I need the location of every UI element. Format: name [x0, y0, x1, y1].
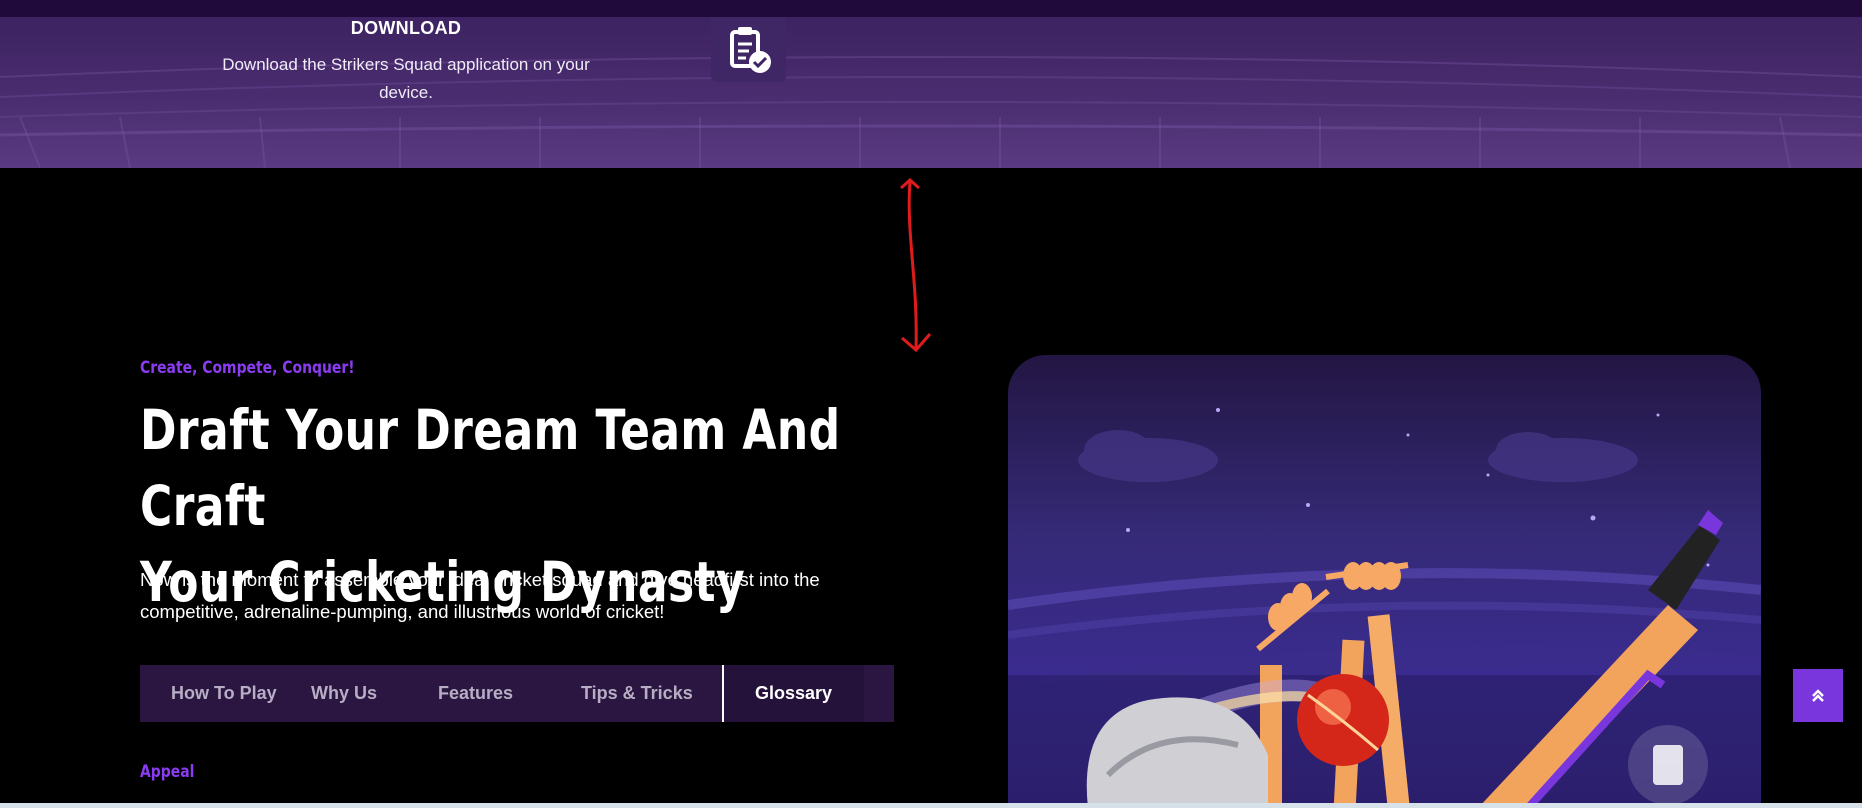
- hero-headline-line1: Draft Your Dream Team And Craft: [140, 398, 841, 538]
- tab-how-to-play[interactable]: How To Play: [140, 665, 311, 722]
- download-description: Download the Strikers Squad application …: [222, 55, 590, 102]
- scroll-to-top-button[interactable]: [1793, 669, 1843, 722]
- tab-glossary[interactable]: Glossary: [722, 665, 864, 722]
- top-strip: [0, 0, 1862, 17]
- download-band: DOWNLOAD Download the Strikers Squad app…: [0, 17, 1862, 168]
- tab-tips-tricks[interactable]: Tips & Tricks: [581, 665, 722, 722]
- hero-eyebrow: Create, Compete, Conquer!: [140, 358, 355, 378]
- tab-bar: How To Play Why Us Features Tips & Trick…: [140, 665, 894, 722]
- double-chevron-up-icon: [1812, 688, 1824, 702]
- hero-lead: Now is the moment to assemble your ideal…: [140, 569, 820, 622]
- annotation-arrow: [900, 177, 932, 353]
- download-title: DOWNLOAD: [350, 18, 462, 38]
- horizontal-scrollbar[interactable]: [0, 803, 1862, 808]
- cricket-illustration: [1008, 355, 1761, 808]
- clipboard-check-icon: [711, 17, 786, 82]
- tab-why-us[interactable]: Why Us: [311, 665, 438, 722]
- glossary-term-heading: Appeal: [140, 762, 195, 782]
- tab-features[interactable]: Features: [438, 665, 581, 722]
